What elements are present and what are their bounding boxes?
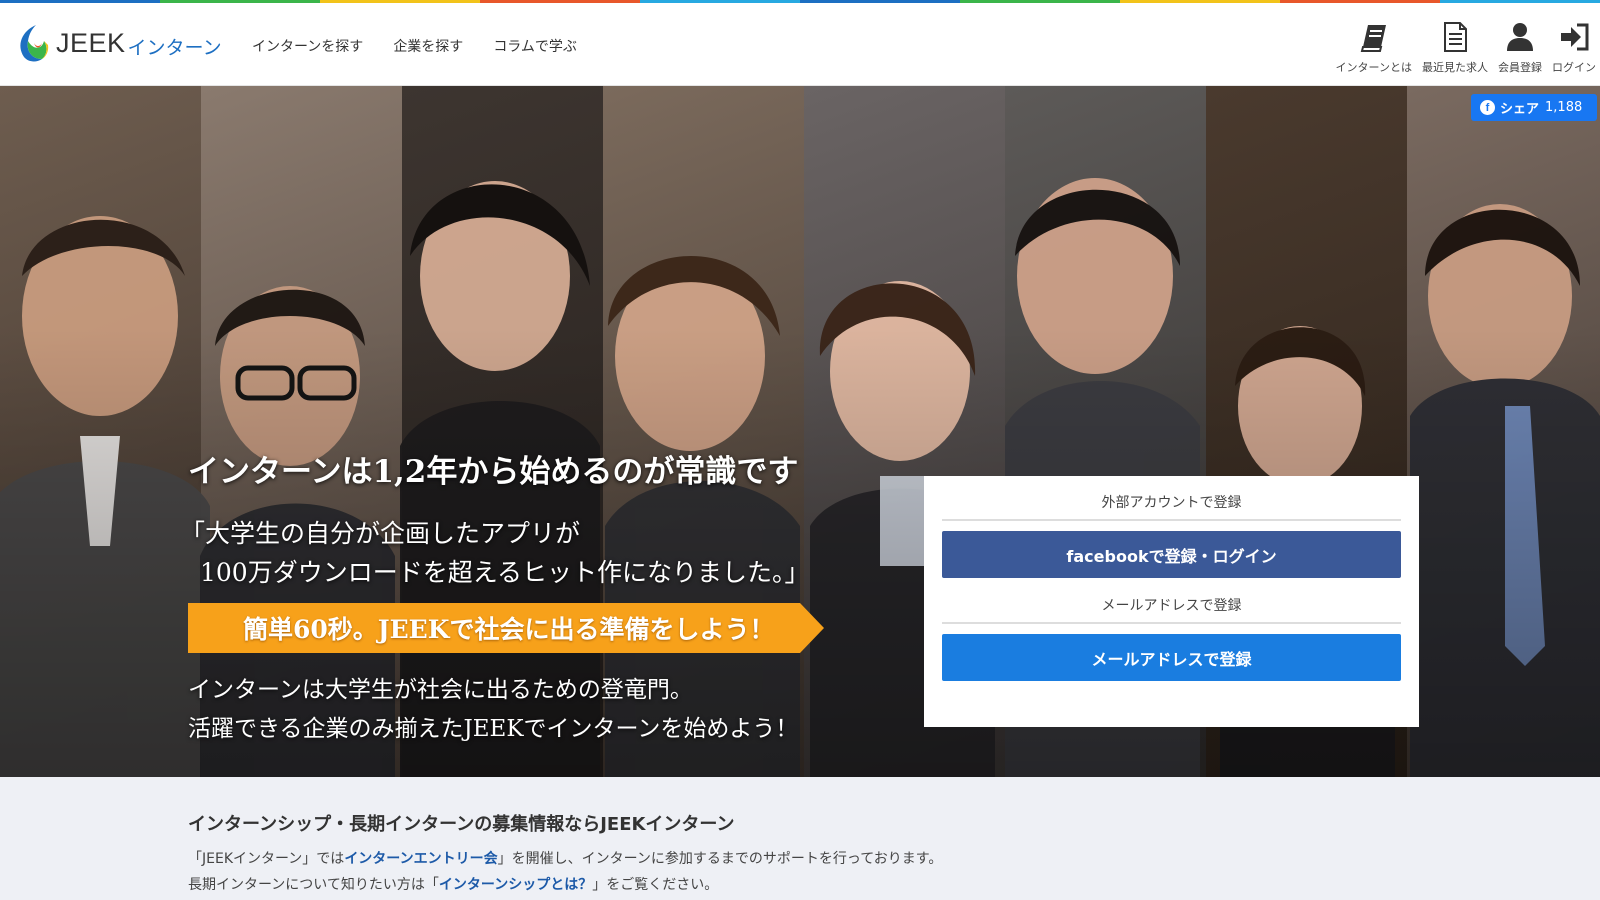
main-nav: インターンを探す 企業を探す コラムで学ぶ: [252, 36, 577, 56]
entry-event-link[interactable]: インターンエントリー会: [344, 851, 497, 867]
header-link-register[interactable]: 会員登録: [1494, 21, 1546, 75]
login-icon: [1561, 23, 1589, 51]
user-icon: [1507, 23, 1533, 51]
logo-text-sub: インターン: [127, 36, 222, 59]
logo-text-main: JEEK: [56, 27, 126, 58]
info-line-1: 「JEEKインターン」ではインターンエントリー会」を開催し、インターンに参加する…: [188, 848, 942, 868]
info-line-2-text-post: 」をご覧ください。: [592, 877, 719, 893]
site-logo[interactable]: JEEK インターン: [14, 21, 222, 65]
header-icon-label: 会員登録: [1498, 61, 1542, 74]
mail-register-button[interactable]: メールアドレスで登録: [942, 634, 1401, 681]
header-link-login[interactable]: ログイン: [1548, 21, 1600, 75]
info-line-1-text-post: 」を開催し、インターンに参加するまでのサポートを行っております。: [497, 851, 943, 867]
external-account-heading: 外部アカウントで登録: [942, 492, 1401, 521]
hero-quote-line-1: 「大学生の自分が企画したアプリが: [180, 519, 581, 548]
facebook-icon: f: [1480, 100, 1495, 115]
nav-search-company[interactable]: 企業を探す: [393, 36, 463, 56]
header-link-about-internship[interactable]: インターンとは: [1332, 21, 1416, 75]
header-icon-label: ログイン: [1552, 61, 1596, 74]
info-line-1-text-pre: 「JEEKインターン」では: [188, 851, 345, 867]
header-icon-label: インターンとは: [1335, 61, 1412, 74]
share-label: シェア: [1500, 102, 1540, 117]
nav-search-internship[interactable]: インターンを探す: [252, 36, 363, 56]
mail-register-heading: メールアドレスで登録: [942, 595, 1401, 624]
registration-panel: 外部アカウントで登録 facebookで登録・ログイン メールアドレスで登録 メ…: [924, 476, 1419, 727]
header-icon-label: 最近見た求人: [1422, 61, 1488, 74]
site-header: JEEK インターン インターンを探す 企業を探す コラムで学ぶ インターンとは…: [0, 3, 1600, 86]
document-icon: [1444, 22, 1467, 52]
facebook-share-button[interactable]: f シェア 1,188: [1471, 94, 1597, 121]
info-line-2: 長期インターンについて知りたい方は「インターンシップとは？」をご覧ください。: [188, 874, 718, 894]
hero-quote-line-2: 100万ダウンロードを超えるヒット作になりました。」: [200, 558, 810, 587]
info-title: インターンシップ・長期インターンの募集情報ならJEEKインターン: [188, 814, 735, 835]
logo-mark-icon: [14, 21, 50, 65]
header-icon-menu: インターンとは 最近見た求人 会員登録 ログイン: [1330, 21, 1600, 75]
what-is-internship-link[interactable]: インターンシップとは？: [439, 877, 592, 893]
hero-sub-line-1: インターンは大学生が社会に出るための登竜門。: [188, 677, 693, 703]
nav-column[interactable]: コラムで学ぶ: [493, 36, 577, 56]
info-line-2-text-pre: 長期インターンについて知りたい方は「: [188, 877, 439, 893]
header-link-recent-jobs[interactable]: 最近見た求人: [1418, 21, 1492, 75]
share-count: 1,188: [1545, 100, 1583, 115]
book-icon: [1360, 25, 1386, 52]
info-section: インターンシップ・長期インターンの募集情報ならJEEKインターン 「JEEKイン…: [0, 777, 1600, 900]
hero-sub-line-2: 活躍できる企業のみ揃えたJEEKでインターンを始めよう！: [188, 716, 799, 742]
facebook-register-button[interactable]: facebookで登録・ログイン: [942, 531, 1401, 578]
hero-cta-banner: 簡単60秒。JEEKで社会に出る準備をしよう！: [188, 603, 824, 653]
hero-section: f シェア 1,188 インターンは1,2年から始めるのが常識です 「大学生の自…: [0, 86, 1600, 777]
hero-headline: インターンは1,2年から始めるのが常識です: [188, 454, 799, 490]
